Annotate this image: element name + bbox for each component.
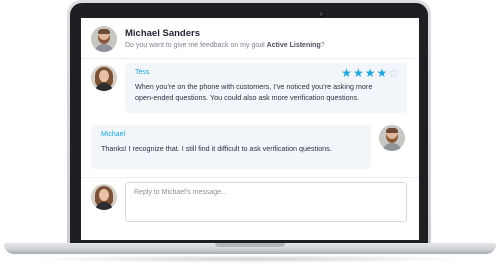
avatar-michael-header	[91, 26, 117, 52]
avatar-tess	[91, 65, 117, 91]
laptop-shadow	[30, 255, 470, 263]
message-text: Thanks! I recognize that. I still find i…	[101, 143, 361, 154]
message-line: Thanks! I recognize that. I still find i…	[101, 144, 332, 153]
star-filled-icon: ★	[341, 66, 352, 80]
laptop-notch	[215, 243, 285, 247]
message-text: When you’re on the phone with customers,…	[135, 81, 397, 103]
reply-placeholder: Reply to Michael’s message...	[134, 189, 227, 196]
camera-dot	[318, 11, 324, 17]
reply-divider	[81, 177, 419, 178]
subtitle-prefix: Do you want to give me feedback on my go…	[125, 42, 265, 49]
message-bubble-michael: Michael Thanks! I recognize that. I stil…	[91, 125, 371, 169]
subtitle-suffix: ?	[320, 42, 325, 49]
message-bubble-tess: Tess ★ ★ ★ ★ ☆ When you’re on the phone …	[125, 63, 407, 113]
message-author: Michael	[101, 131, 126, 138]
star-filled-icon: ★	[352, 66, 364, 80]
goal-name: Active Listening	[266, 42, 321, 49]
reply-input[interactable]: Reply to Michael’s message...	[125, 182, 407, 222]
star-filled-icon: ★	[364, 66, 376, 80]
message-line: open-ended questions. You could also ask…	[135, 93, 360, 102]
conversation-title: Michael Sanders	[125, 28, 200, 39]
laptop-screen: Michael Sanders Do you want to give me f…	[81, 18, 419, 240]
header-divider	[81, 58, 419, 59]
star-rating: ★ ★ ★ ★ ☆	[341, 67, 399, 79]
avatar-michael	[379, 125, 405, 151]
star-empty-icon: ☆	[388, 66, 399, 80]
avatar-tess-reply	[91, 184, 117, 210]
star-filled-icon: ★	[376, 66, 388, 80]
message-line: When you’re on the phone with customers,…	[135, 82, 373, 91]
conversation-subtitle: Do you want to give me feedback on my go…	[125, 42, 325, 49]
